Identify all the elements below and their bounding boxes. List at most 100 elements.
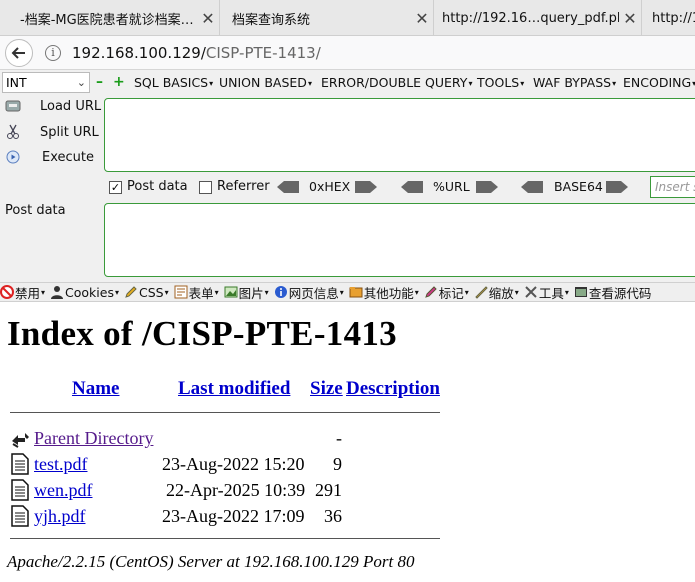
tab-label: http://192.16…query_pdf.php: [442, 10, 619, 26]
url-host: 192.168.100.129/: [72, 43, 206, 62]
dropdown-arrow-icon: ▾: [612, 79, 617, 88]
menu-tools[interactable]: TOOLS▾: [477, 75, 524, 90]
tab-label: -档案-MG医院患者就诊档案…: [20, 12, 194, 28]
wd-resize[interactable]: 缩放 ▾: [474, 283, 519, 301]
menu-label: UNION BASED: [219, 75, 307, 90]
wd-misc[interactable]: 其他功能 ▾: [349, 283, 419, 301]
address-bar[interactable]: 192.168.100.129/CISP-PTE-1413/: [72, 44, 321, 62]
base64-encode-arrow-icon[interactable]: [606, 181, 628, 193]
terminal-icon: [574, 287, 587, 297]
page-content: Index of /CISP-PTE-1413 Name Last modifi…: [0, 302, 695, 582]
server-signature: Apache/2.2.15 (CentOS) Server at 192.168…: [7, 552, 415, 571]
load-url-label: Load URL: [40, 98, 102, 114]
dropdown-arrow-icon: ▾: [468, 79, 473, 88]
file-link[interactable]: test.pdf: [34, 454, 88, 475]
close-icon[interactable]: ✕: [619, 9, 641, 28]
wd-cookies[interactable]: Cookies ▾: [50, 285, 119, 300]
close-icon[interactable]: ✕: [411, 9, 433, 28]
pencil-icon: [125, 286, 137, 298]
wd-disable[interactable]: 禁用 ▾: [0, 283, 45, 301]
referrer-option-label: Referrer: [217, 179, 270, 194]
wd-label: Cookies: [65, 284, 114, 300]
wd-view-source[interactable]: 查看源代码: [574, 283, 652, 301]
dropdown-arrow-icon: ▾: [339, 287, 344, 297]
menu-waf-bypass[interactable]: WAF BYPASS▾: [533, 75, 616, 90]
form-icon: [174, 285, 188, 299]
dropdown-arrow-icon: ▾: [520, 79, 525, 88]
insert-string-input[interactable]: Insert s: [650, 176, 695, 198]
minus-icon[interactable]: –: [96, 75, 103, 89]
page-title: Index of /CISP-PTE-1413: [7, 314, 397, 353]
info-icon[interactable]: i: [45, 44, 61, 61]
info-circle-icon: [274, 286, 287, 298]
wd-label: 缩放: [488, 285, 514, 301]
wd-outline[interactable]: 标记 ▾: [424, 283, 469, 301]
file-date: 23-Aug-2022 15:20: [162, 454, 305, 474]
chevron-down-icon: ⌄: [76, 76, 86, 89]
menu-sql-basics[interactable]: SQL BASICS▾: [134, 75, 213, 90]
split-url-label: Split URL: [40, 124, 99, 140]
post-data-textarea[interactable]: [104, 203, 695, 277]
url-encode-arrow-icon[interactable]: [476, 181, 498, 193]
document-icon: [11, 453, 29, 475]
menu-label: ERROR/DOUBLE QUERY: [321, 75, 468, 90]
wd-page-info[interactable]: 网页信息 ▾: [274, 283, 344, 301]
wd-label: 网页信息: [288, 285, 339, 301]
user-icon: [51, 286, 64, 299]
url-textarea[interactable]: [104, 98, 695, 172]
menu-union-based[interactable]: UNION BASED▾: [219, 75, 312, 90]
sort-by-size-link[interactable]: Size: [310, 378, 343, 400]
file-size: 36: [324, 506, 342, 526]
file-size: -: [336, 428, 342, 448]
wrench-icon: [525, 286, 537, 298]
post-data-checkbox[interactable]: ✓: [109, 181, 122, 194]
referrer-checkbox[interactable]: [199, 181, 212, 194]
sort-by-description-link[interactable]: Description: [346, 378, 440, 400]
play-icon: [4, 149, 22, 165]
parent-directory-link[interactable]: Parent Directory: [34, 428, 153, 449]
menu-error-double-query[interactable]: ERROR/DOUBLE QUERY▾: [321, 75, 472, 90]
menu-encoding[interactable]: ENCODING▾: [623, 75, 695, 90]
base64-label: BASE64: [554, 179, 603, 194]
tab-query-pdf[interactable]: http://192.16…query_pdf.php ✕: [434, 0, 642, 36]
int-select[interactable]: INT ⌄: [2, 72, 90, 93]
file-link[interactable]: wen.pdf: [34, 480, 92, 501]
load-url-button[interactable]: Load URL: [0, 98, 101, 114]
table-row: wen.pdf 22-Apr-2025 10:39 291: [0, 478, 695, 502]
base64-decode-arrow-icon[interactable]: [521, 181, 543, 193]
menu-label: ENCODING: [623, 75, 692, 90]
url-encode-label: %URL: [433, 179, 470, 194]
execute-label: Execute: [42, 149, 94, 165]
table-row: yjh.pdf 23-Aug-2022 17:09 36: [0, 504, 695, 528]
tab-partial[interactable]: http://1: [642, 0, 695, 36]
dropdown-arrow-icon: ▾: [264, 287, 269, 297]
execute-button[interactable]: Execute: [0, 149, 94, 165]
back-button[interactable]: [5, 38, 33, 67]
sort-by-name-link[interactable]: Name: [72, 378, 119, 400]
post-data-label-text: Post data: [5, 203, 66, 218]
file-link[interactable]: yjh.pdf: [34, 506, 86, 527]
image-icon: [224, 286, 238, 298]
split-url-button[interactable]: Split URL: [0, 124, 99, 140]
document-icon: [11, 505, 29, 527]
tab-archive-query[interactable]: 档案查询系统 ✕: [220, 0, 434, 36]
file-size: 291: [315, 480, 342, 500]
sort-by-modified-link[interactable]: Last modified: [178, 378, 290, 400]
hex-encode-arrow-icon[interactable]: [355, 181, 377, 193]
tab-patient-archive[interactable]: -档案-MG医院患者就诊档案… ✕: [0, 0, 220, 36]
close-icon[interactable]: ✕: [197, 9, 219, 28]
hex-decode-arrow-icon[interactable]: [277, 181, 299, 193]
dropdown-arrow-icon: ▾: [209, 79, 214, 88]
table-row: Parent Directory -: [0, 426, 695, 450]
wd-images[interactable]: 图片 ▾: [224, 283, 269, 301]
file-size: 9: [333, 454, 342, 474]
url-decode-arrow-icon[interactable]: [401, 181, 423, 193]
plus-icon[interactable]: +: [113, 75, 125, 89]
wd-forms[interactable]: 表单 ▾: [174, 283, 219, 301]
wd-css[interactable]: CSS ▾: [124, 285, 169, 300]
wd-label: CSS: [139, 284, 164, 300]
menu-label: TOOLS: [477, 75, 520, 90]
wd-tools[interactable]: 工具 ▾: [524, 283, 569, 301]
menu-label: SQL BASICS: [134, 75, 209, 90]
wd-label: 查看源代码: [588, 285, 652, 301]
